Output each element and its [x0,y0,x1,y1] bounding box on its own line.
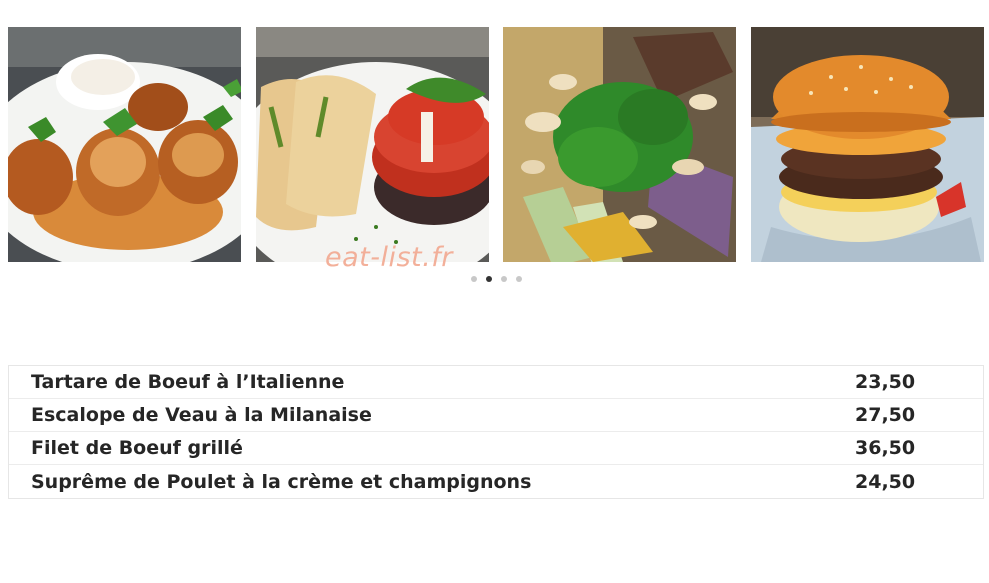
dish-name: Escalope de Veau à la Milanaise [31,404,372,426]
menu-row: Tartare de Boeuf à l’Italienne 23,50 [9,366,983,399]
gallery-photo-chicken-cream[interactable] [8,27,241,262]
menu-row: Filet de Boeuf grillé 36,50 [9,432,983,465]
dish-name: Filet de Boeuf grillé [31,437,243,459]
dish-price: 24,50 [855,470,916,493]
watermark-text: eat-list.fr [325,242,453,273]
gallery-photo-parmigiana[interactable] [256,27,489,262]
gallery-photo-burger[interactable] [751,27,984,262]
dish-price: 27,50 [855,404,916,426]
gallery-photo-duck-almonds[interactable] [503,27,736,262]
carousel-dot-1[interactable] [471,276,477,282]
menu-row: Escalope de Veau à la Milanaise 27,50 [9,399,983,432]
dish-name: Suprême de Poulet à la crème et champign… [31,470,532,493]
carousel-dot-2[interactable] [486,276,492,282]
dish-price: 23,50 [855,371,916,393]
dish-price: 36,50 [855,437,916,459]
menu-price-table: Tartare de Boeuf à l’Italienne 23,50 Esc… [8,365,984,499]
carousel-dot-4[interactable] [516,276,522,282]
carousel-pagination [471,276,522,282]
dish-name: Tartare de Boeuf à l’Italienne [31,371,345,393]
photo-gallery [8,27,984,262]
carousel-dot-3[interactable] [501,276,507,282]
menu-row: Suprême de Poulet à la crème et champign… [9,465,983,498]
